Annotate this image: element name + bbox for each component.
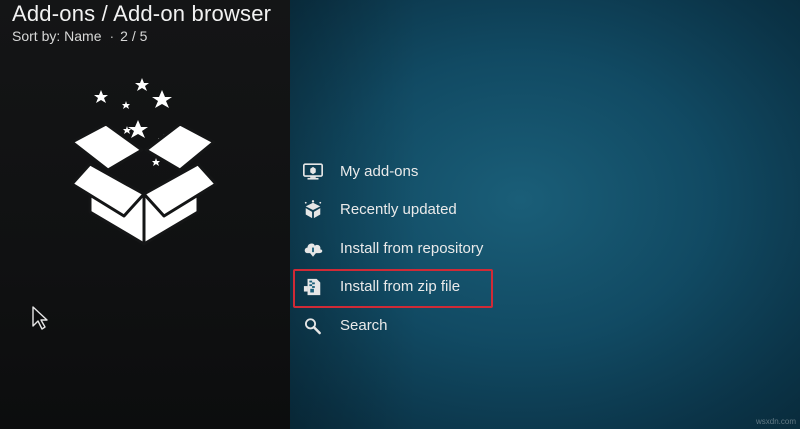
menu-item-search[interactable]: Search — [300, 306, 560, 345]
item-position: 2 / 5 — [120, 28, 148, 44]
separator: · — [109, 28, 115, 44]
sort-info: Sort by: Name · 2 / 5 — [12, 27, 271, 45]
open-box-with-stars-icon — [70, 78, 218, 246]
box-refresh-icon — [300, 199, 326, 221]
menu-item-label: Install from repository — [340, 239, 484, 257]
addon-browser-window: Add-ons / Add-on browser Sort by: Name · 2… — [0, 0, 800, 429]
page-title: Add-ons / Add-on browser — [12, 1, 272, 26]
menu-item-install-from-zip[interactable]: Install from zip file — [293, 268, 560, 307]
menu-item-label: Recently updated — [340, 201, 457, 219]
menu-item-label: My add-ons — [340, 162, 419, 180]
zip-file-icon — [300, 276, 326, 298]
mouse-pointer-icon — [32, 306, 48, 330]
menu-item-my-addons[interactable]: My add-ons — [300, 152, 560, 191]
watermark: wsxdn.com — [755, 417, 796, 426]
header: Add-ons / Add-on browser Sort by: Name · 2… — [12, 1, 271, 45]
sort-label[interactable]: Sort by: Name — [12, 28, 101, 44]
menu-item-label: Install from zip file — [340, 278, 461, 296]
addon-menu: My add-ons Recently updated Install from… — [293, 152, 560, 345]
left-panel — [0, 0, 290, 429]
monitor-addons-icon — [300, 160, 326, 182]
menu-item-install-from-repository[interactable]: Install from repository — [300, 229, 560, 268]
menu-item-recently-updated[interactable]: Recently updated — [300, 191, 560, 230]
cloud-download-icon — [300, 237, 326, 259]
menu-item-label: Search — [340, 316, 388, 334]
search-icon — [300, 314, 326, 336]
